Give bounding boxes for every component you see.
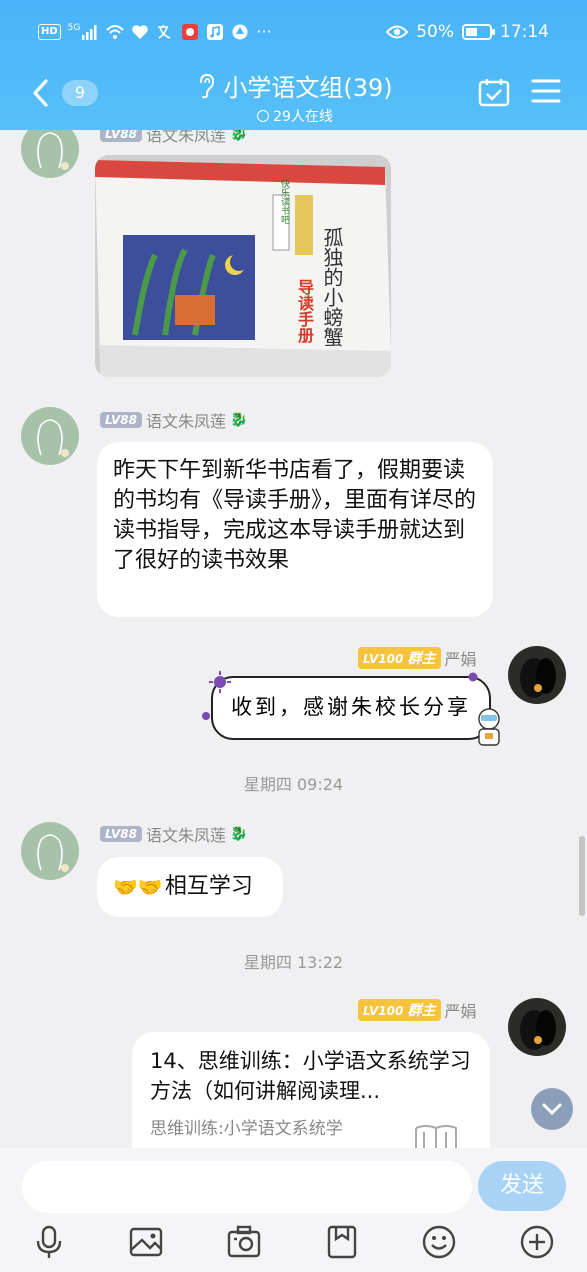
signal-icon xyxy=(82,24,97,40)
avatar-silhouette-icon xyxy=(37,419,69,457)
avatar-silhouette-icon xyxy=(37,834,69,872)
browser-icon xyxy=(232,24,248,39)
book-open-icon xyxy=(415,1125,457,1148)
level-badge: LV100 群主 xyxy=(358,999,441,1021)
handshake-emoji-icon: 🤝🤝 xyxy=(113,875,163,899)
scroll-to-bottom-button[interactable] xyxy=(531,1088,573,1130)
camera-icon[interactable] xyxy=(226,1224,262,1260)
book-subtitle-text: 导读手册 xyxy=(295,279,314,343)
sender-name: 语文朱凤莲 xyxy=(145,826,226,845)
medal-icon: 🐉 xyxy=(230,412,248,428)
avatar[interactable] xyxy=(21,130,79,178)
online-count: 29人在线 xyxy=(273,109,333,125)
online-status-icon xyxy=(257,110,270,122)
virus-sticker-icon xyxy=(209,671,231,693)
plus-icon[interactable] xyxy=(519,1224,555,1260)
scrollbar[interactable] xyxy=(579,836,585,916)
sender-row: LV88 语文朱凤莲 🐉 xyxy=(100,408,247,432)
chat-title-area[interactable]: 小学语文组(39) 29人在线 xyxy=(170,68,420,126)
message-list[interactable]: LV88 语文朱凤莲 🐉 孤独的小螃蟹 导读手册 快乐读书吧 LV88 语文朱凤… xyxy=(0,130,587,1148)
timestamp: 星期四 09:24 xyxy=(243,775,344,794)
owner-badge: 群主 xyxy=(407,1003,436,1019)
message-text: 昨天下午到新华书店看了，假期要读的书均有《导读手册》，里面有详尽的读书指导，完成… xyxy=(113,458,477,573)
sender-row: LV100 群主 严娟 xyxy=(358,998,477,1022)
card-title: 14、思维训练：小学语文系统学习方法（如何讲解阅读理... xyxy=(150,1049,471,1103)
avatar[interactable] xyxy=(508,998,566,1056)
calendar-check-icon[interactable] xyxy=(478,77,510,107)
book-cover-image xyxy=(95,155,391,377)
message-text: 相互学习 xyxy=(164,874,253,899)
book-series-text: 快乐读书吧 xyxy=(279,179,289,224)
group-title: 小学语文组(39) xyxy=(223,74,393,102)
avatar[interactable] xyxy=(21,407,79,465)
clock: 17:14 xyxy=(500,22,549,42)
sender-name: 严娟 xyxy=(444,1002,477,1021)
battery-percent: 50% xyxy=(416,22,454,42)
back-icon[interactable] xyxy=(28,76,54,110)
avatar[interactable] xyxy=(508,646,566,704)
virus-sticker-icon xyxy=(468,672,478,682)
chat-header: HD 5G ··· 50% 17:14 9 小学语文组(39) 29人在线 xyxy=(0,0,587,130)
music-icon xyxy=(207,23,224,40)
unread-count-badge[interactable]: 9 xyxy=(62,80,98,106)
microphone-icon[interactable] xyxy=(31,1224,67,1260)
sender-row: LV88 语文朱凤莲 🐉 xyxy=(100,822,247,846)
sender-name: 语文朱凤莲 xyxy=(145,412,226,431)
more-notifications-icon: ··· xyxy=(256,22,272,41)
owner-badge: 群主 xyxy=(407,651,436,667)
card-description: 思维训练:小学语文系统学 xyxy=(150,1119,343,1139)
book-photo[interactable]: 孤独的小螃蟹 导读手册 快乐读书吧 xyxy=(95,155,391,377)
image-icon[interactable] xyxy=(128,1224,164,1260)
heart-icon xyxy=(132,24,149,39)
penguin-avatar-icon xyxy=(520,658,556,698)
sender-row: LV88 语文朱凤莲 🐉 xyxy=(100,130,247,146)
message-text: 收到，感谢朱校长分享 xyxy=(231,695,471,719)
level-badge: LV88 xyxy=(100,412,142,428)
hd-badge: HD xyxy=(38,23,61,40)
sender-row: LV100 群主 严娟 xyxy=(358,646,477,670)
app-icon xyxy=(182,23,199,40)
status-bar: HD 5G ··· 50% 17:14 xyxy=(0,0,587,66)
level-badge: LV88 xyxy=(100,130,142,142)
wifi-icon xyxy=(106,24,125,39)
input-toolbar xyxy=(0,1224,587,1264)
file-icon[interactable] xyxy=(324,1224,360,1260)
virus-sticker-icon xyxy=(202,712,210,720)
chevron-down-icon xyxy=(542,1103,562,1116)
doctor-sticker-icon xyxy=(478,708,500,746)
emoji-icon[interactable] xyxy=(421,1224,457,1260)
timestamp: 星期四 13:22 xyxy=(243,953,344,972)
message-bubble[interactable]: 🤝🤝 相互学习 xyxy=(97,857,283,917)
message-bubble[interactable]: 昨天下午到新华书店看了，假期要读的书均有《导读手册》，里面有详尽的读书指导，完成… xyxy=(97,442,493,617)
earpiece-mode-icon xyxy=(200,73,215,98)
avatar-silhouette-icon xyxy=(37,132,69,170)
medal-icon: 🐉 xyxy=(230,130,248,142)
penguin-avatar-icon xyxy=(520,1010,556,1050)
level-badge: LV88 xyxy=(100,826,142,842)
menu-icon[interactable] xyxy=(531,78,561,104)
battery-icon xyxy=(462,24,495,40)
eye-icon xyxy=(386,25,409,39)
level-badge: LV100 群主 xyxy=(358,647,441,669)
sender-name: 语文朱凤莲 xyxy=(145,130,226,145)
sticker-bubble[interactable]: 收到，感谢朱校长分享 xyxy=(211,676,491,740)
input-area: 发送 xyxy=(0,1148,587,1272)
book-title-text: 孤独的小螃蟹 xyxy=(320,227,344,347)
avatar[interactable] xyxy=(21,822,79,880)
medal-icon: 🐉 xyxy=(230,826,248,842)
sender-name: 严娟 xyxy=(444,650,477,669)
5g-badge: 5G xyxy=(67,22,81,33)
translate-icon xyxy=(158,24,171,39)
link-card[interactable]: 14、思维训练：小学语文系统学习方法（如何讲解阅读理... 思维训练:小学语文系… xyxy=(132,1032,490,1148)
send-button[interactable]: 发送 xyxy=(478,1161,566,1211)
message-input[interactable] xyxy=(22,1161,472,1213)
